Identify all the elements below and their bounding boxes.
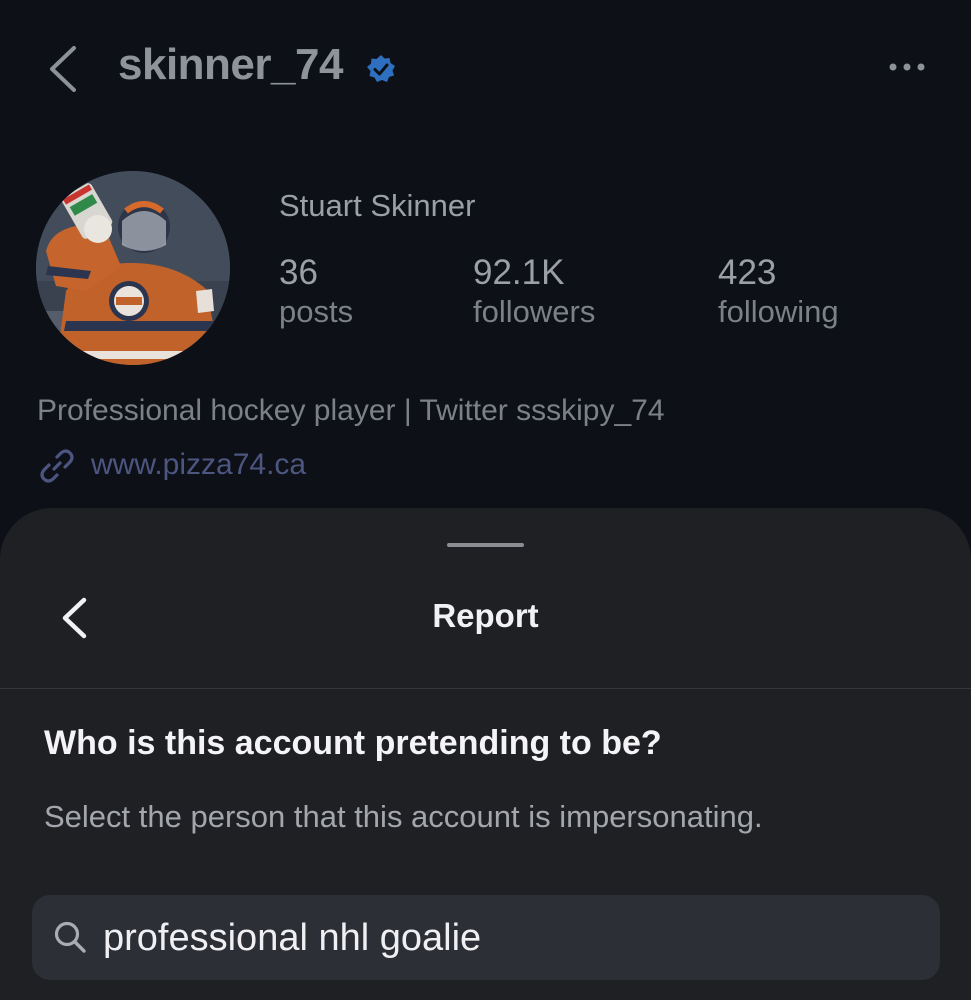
search-icon <box>54 921 86 953</box>
stat-followers-count: 92.1K <box>473 253 565 292</box>
sheet-drag-handle[interactable] <box>447 543 524 547</box>
stat-posts-label: posts <box>279 294 354 329</box>
verified-badge-icon <box>367 55 395 82</box>
sheet-divider <box>0 688 971 689</box>
more-options-icon[interactable] <box>886 54 928 80</box>
stat-followers-label: followers <box>473 294 596 329</box>
report-question: Who is this account pretending to be? <box>44 724 662 762</box>
back-arrow-icon[interactable] <box>44 44 84 94</box>
search-input[interactable] <box>103 912 903 964</box>
avatar-photo <box>36 171 230 365</box>
stat-following-count: 423 <box>718 253 777 292</box>
stat-posts[interactable]: 36 posts <box>279 254 353 332</box>
stat-posts-count: 36 <box>279 253 318 292</box>
profile-bio: Professional hockey player | Twitter sss… <box>37 394 665 427</box>
report-subtext: Select the person that this account is i… <box>44 799 763 834</box>
link-icon <box>40 449 74 483</box>
profile-link-text[interactable]: www.pizza74.ca <box>91 448 306 482</box>
stat-followers[interactable]: 92.1K followers <box>473 254 595 332</box>
stat-following-label: following <box>718 294 839 329</box>
profile-full-name: Stuart Skinner <box>279 188 476 223</box>
stat-following[interactable]: 423 following <box>718 254 839 332</box>
profile-username: skinner_74 <box>118 40 343 89</box>
sheet-title: Report <box>432 597 539 634</box>
profile-avatar[interactable] <box>36 171 230 365</box>
